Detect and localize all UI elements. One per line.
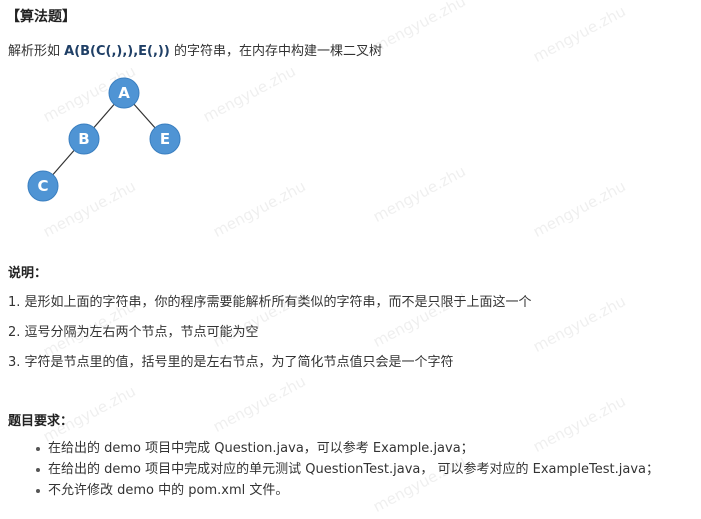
explanation-item: 2. 逗号分隔为左右两个节点，节点可能为空	[8, 325, 259, 340]
explanation-title: 说明：	[8, 266, 48, 281]
list-item: 在给出的 demo 项目中完成对应的单元测试 QuestionTest.java…	[8, 459, 659, 480]
tree-node-label: A	[118, 84, 130, 102]
section-heading: 【算法题】	[6, 9, 76, 25]
watermark: mengyue.zhu	[370, 162, 469, 226]
watermark: mengyue.zhu	[370, 0, 469, 56]
intro-code: A(B(C(,),),E(,))	[64, 44, 170, 59]
watermark: mengyue.zhu	[530, 2, 629, 66]
binary-tree-diagram: A B E C	[27, 77, 181, 202]
requirements-title: 题目要求：	[8, 414, 74, 429]
intro-prefix: 解析形如	[8, 44, 65, 59]
watermark: mengyue.zhu	[530, 177, 629, 241]
explanation-item: 3. 字符是节点里的值，括号里的是左右节点，为了简化节点值只会是一个字符	[8, 355, 454, 370]
watermark: mengyue.zhu	[210, 177, 309, 241]
tree-node-E: E	[149, 123, 181, 155]
watermark: mengyue.zhu	[530, 292, 629, 356]
list-item: 在给出的 demo 项目中完成 Question.java，可以参考 Examp…	[8, 438, 659, 459]
tree-node-B: B	[68, 123, 100, 155]
tree-node-A: A	[108, 77, 140, 109]
explanation-item: 1. 是形如上面的字符串，你的程序需要能解析所有类似的字符串，而不是只限于上面这…	[8, 295, 532, 310]
list-item: 不允许修改 demo 中的 pom.xml 文件。	[8, 480, 659, 501]
tree-node-label: C	[37, 177, 48, 195]
tree-node-C: C	[27, 170, 59, 202]
watermark: mengyue.zhu	[210, 372, 309, 436]
requirements-list: 在给出的 demo 项目中完成 Question.java，可以参考 Examp…	[8, 438, 659, 501]
document-page: mengyue.zhu mengyue.zhu mengyue.zhu meng…	[0, 0, 701, 519]
intro-suffix: 的字符串，在内存中构建一棵二叉树	[169, 44, 382, 59]
intro-text: 解析形如 A(B(C(,),),E(,)) 的字符串，在内存中构建一棵二叉树	[8, 40, 382, 59]
tree-node-label: B	[78, 130, 89, 148]
tree-node-label: E	[160, 130, 170, 148]
